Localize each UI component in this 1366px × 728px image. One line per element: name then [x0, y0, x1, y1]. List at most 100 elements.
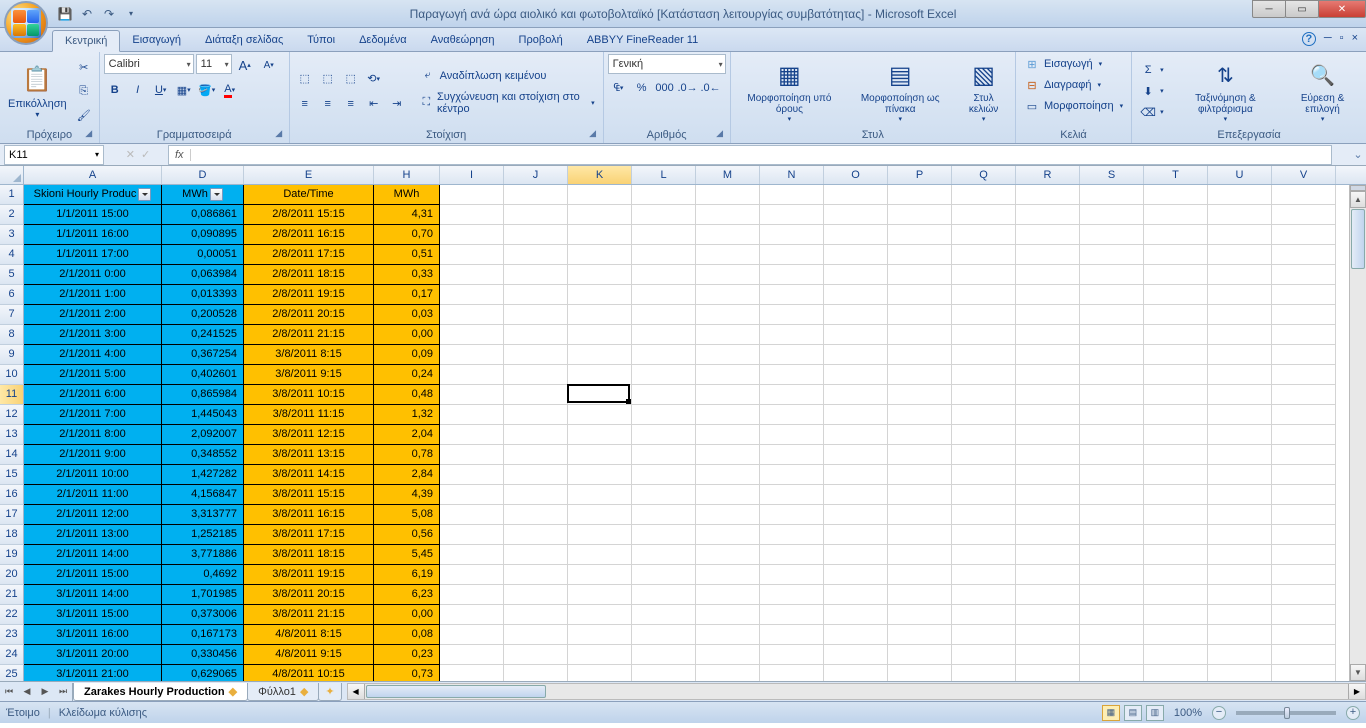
cell-U3[interactable]: [1208, 225, 1272, 245]
cell-O14[interactable]: [824, 445, 888, 465]
cell-K1[interactable]: [568, 185, 632, 205]
bold-icon[interactable]: B: [104, 79, 126, 101]
cell-R21[interactable]: [1016, 585, 1080, 605]
cell-P10[interactable]: [888, 365, 952, 385]
cell-U13[interactable]: [1208, 425, 1272, 445]
cell-I14[interactable]: [440, 445, 504, 465]
inc-decimal-icon[interactable]: .0→: [677, 77, 699, 99]
cell-Q25[interactable]: [952, 665, 1016, 681]
cell-M16[interactable]: [696, 485, 760, 505]
dialog-launcher-icon[interactable]: ◢: [273, 128, 285, 140]
indent-inc-icon[interactable]: ⇥: [386, 93, 408, 115]
col-header-O[interactable]: O: [824, 166, 888, 184]
cell-Q1[interactable]: [952, 185, 1016, 205]
cell-R5[interactable]: [1016, 265, 1080, 285]
col-header-I[interactable]: I: [440, 166, 504, 184]
cell-D25[interactable]: 0,629065: [162, 665, 244, 681]
cell-P15[interactable]: [888, 465, 952, 485]
cell-A15[interactable]: 2/1/2011 10:00: [24, 465, 162, 485]
cell-U6[interactable]: [1208, 285, 1272, 305]
cell-P16[interactable]: [888, 485, 952, 505]
col-header-U[interactable]: U: [1208, 166, 1272, 184]
cell-T20[interactable]: [1144, 565, 1208, 585]
cell-P11[interactable]: [888, 385, 952, 405]
cell-I2[interactable]: [440, 205, 504, 225]
cell-T25[interactable]: [1144, 665, 1208, 681]
cell-A1[interactable]: Skioni Hourly Produc: [24, 185, 162, 205]
cell-E4[interactable]: 2/8/2011 17:15: [244, 245, 374, 265]
row-header-7[interactable]: 7: [0, 305, 24, 325]
cell-K14[interactable]: [568, 445, 632, 465]
cell-J24[interactable]: [504, 645, 568, 665]
cell-Q13[interactable]: [952, 425, 1016, 445]
cell-T22[interactable]: [1144, 605, 1208, 625]
format-cells-button[interactable]: ▭Μορφοποίηση▾: [1020, 96, 1127, 116]
cell-R24[interactable]: [1016, 645, 1080, 665]
font-size-combo[interactable]: 11▾: [196, 54, 232, 74]
cell-N11[interactable]: [760, 385, 824, 405]
cell-M14[interactable]: [696, 445, 760, 465]
cell-E13[interactable]: 3/8/2011 12:15: [244, 425, 374, 445]
cell-O25[interactable]: [824, 665, 888, 681]
fill-color-icon[interactable]: 🪣▾: [196, 79, 218, 101]
row-header-24[interactable]: 24: [0, 645, 24, 665]
cell-V14[interactable]: [1272, 445, 1336, 465]
page-break-view-icon[interactable]: ▥: [1146, 705, 1164, 721]
cell-V22[interactable]: [1272, 605, 1336, 625]
cell-N10[interactable]: [760, 365, 824, 385]
cell-S8[interactable]: [1080, 325, 1144, 345]
cell-D5[interactable]: 0,063984: [162, 265, 244, 285]
col-header-P[interactable]: P: [888, 166, 952, 184]
sheet-first-icon[interactable]: ⏮: [0, 683, 18, 701]
cell-T12[interactable]: [1144, 405, 1208, 425]
cell-N17[interactable]: [760, 505, 824, 525]
tab-abbyy-finereader-11[interactable]: ABBYY FineReader 11: [575, 30, 711, 51]
cell-N22[interactable]: [760, 605, 824, 625]
cell-S11[interactable]: [1080, 385, 1144, 405]
cell-N12[interactable]: [760, 405, 824, 425]
cell-Q14[interactable]: [952, 445, 1016, 465]
help-icon[interactable]: ?: [1302, 32, 1316, 46]
cell-K8[interactable]: [568, 325, 632, 345]
cell-I16[interactable]: [440, 485, 504, 505]
cell-I13[interactable]: [440, 425, 504, 445]
cell-N13[interactable]: [760, 425, 824, 445]
font-color-icon[interactable]: A▾: [219, 79, 241, 101]
cell-H25[interactable]: 0,73: [374, 665, 440, 681]
cell-H22[interactable]: 0,00: [374, 605, 440, 625]
cell-L10[interactable]: [632, 365, 696, 385]
cell-D18[interactable]: 1,252185: [162, 525, 244, 545]
cell-D23[interactable]: 0,167173: [162, 625, 244, 645]
cell-A23[interactable]: 3/1/2011 16:00: [24, 625, 162, 645]
cell-D21[interactable]: 1,701985: [162, 585, 244, 605]
cell-T11[interactable]: [1144, 385, 1208, 405]
cell-M12[interactable]: [696, 405, 760, 425]
cell-K2[interactable]: [568, 205, 632, 225]
cell-K7[interactable]: [568, 305, 632, 325]
cell-L22[interactable]: [632, 605, 696, 625]
tab-αναθεώρηση[interactable]: Αναθεώρηση: [419, 30, 507, 51]
cell-U25[interactable]: [1208, 665, 1272, 681]
cell-K25[interactable]: [568, 665, 632, 681]
zoom-in-icon[interactable]: +: [1346, 706, 1360, 720]
row-header-18[interactable]: 18: [0, 525, 24, 545]
cell-D11[interactable]: 0,865984: [162, 385, 244, 405]
cell-Q17[interactable]: [952, 505, 1016, 525]
row-header-12[interactable]: 12: [0, 405, 24, 425]
cell-D14[interactable]: 0,348552: [162, 445, 244, 465]
cell-T24[interactable]: [1144, 645, 1208, 665]
cell-O19[interactable]: [824, 545, 888, 565]
cell-K11[interactable]: [568, 385, 632, 405]
cell-A4[interactable]: 1/1/2011 17:00: [24, 245, 162, 265]
cell-R19[interactable]: [1016, 545, 1080, 565]
merge-center-button[interactable]: ⛶Συγχώνευση και στοίχιση στο κέντρο▾: [416, 89, 599, 117]
cell-K20[interactable]: [568, 565, 632, 585]
scroll-thumb[interactable]: [1351, 209, 1365, 269]
cell-P9[interactable]: [888, 345, 952, 365]
cell-D12[interactable]: 1,445043: [162, 405, 244, 425]
cell-V17[interactable]: [1272, 505, 1336, 525]
cell-R10[interactable]: [1016, 365, 1080, 385]
cell-S4[interactable]: [1080, 245, 1144, 265]
cell-O1[interactable]: [824, 185, 888, 205]
cell-U16[interactable]: [1208, 485, 1272, 505]
